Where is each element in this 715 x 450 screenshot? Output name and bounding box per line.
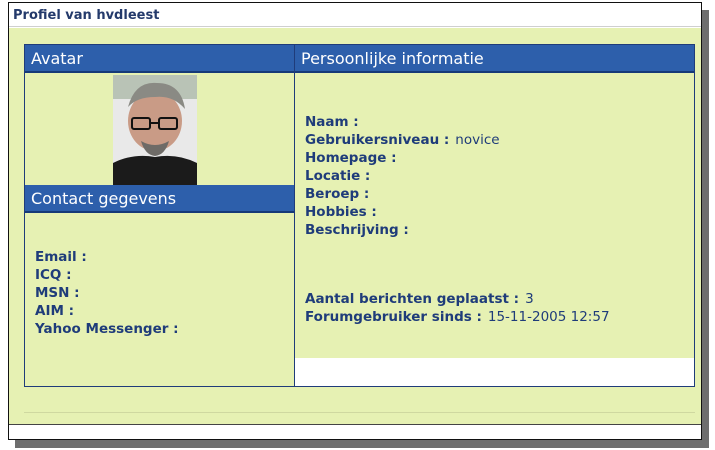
profile-window: Profiel van hvdleest Avatar Contact gege… [8,2,702,440]
avatar-image [113,75,197,185]
msn-field: MSN : [35,285,80,301]
user-level-field: Gebruikersniveau : novice [305,132,500,148]
avatar-photo-icon [113,75,197,185]
personal-stats: Aantal berichten geplaatst :3 Forumgebru… [295,290,694,326]
icq-field: ICQ : [35,267,72,283]
profile-table: Avatar Contact gegevens Email: ICQ: MS… [24,44,695,387]
occupation-field: Beroep : [305,186,370,202]
email-field: Email : [35,249,87,265]
left-column: Avatar Contact gegevens Email: ICQ: MS… [25,45,295,386]
hobbies-field: Hobbies : [305,204,377,220]
panel-divider [24,412,695,413]
name-field: Naam : [305,114,359,130]
aim-field: AIM : [35,303,75,319]
personal-header: Persoonlijke informatie [295,45,694,73]
right-column: Persoonlijke informatie Naam : Gebruiker… [295,45,694,386]
window-title: Profiel van hvdleest [9,3,701,27]
post-count-field: Aantal berichten geplaatst :3 [305,291,534,307]
yahoo-field: Yahoo Messenger : [35,321,179,337]
right-column-footer [295,358,694,386]
member-since-field: Forumgebruiker sinds :15-11-2005 12:57 [305,309,610,325]
homepage-field: Homepage : [305,150,397,166]
personal-fields: Naam : Gebruikersniveau : novice Homepage… [295,113,694,239]
contact-header: Contact gegevens [25,185,294,213]
profile-panel: Avatar Contact gegevens Email: ICQ: MS… [9,28,701,425]
contact-fields: Email : ICQ : MSN : AIM : Yahoo Messenge… [25,248,294,338]
location-field: Locatie : [305,168,371,184]
avatar-header: Avatar [25,45,294,73]
description-field: Beschrijving : [305,222,409,238]
